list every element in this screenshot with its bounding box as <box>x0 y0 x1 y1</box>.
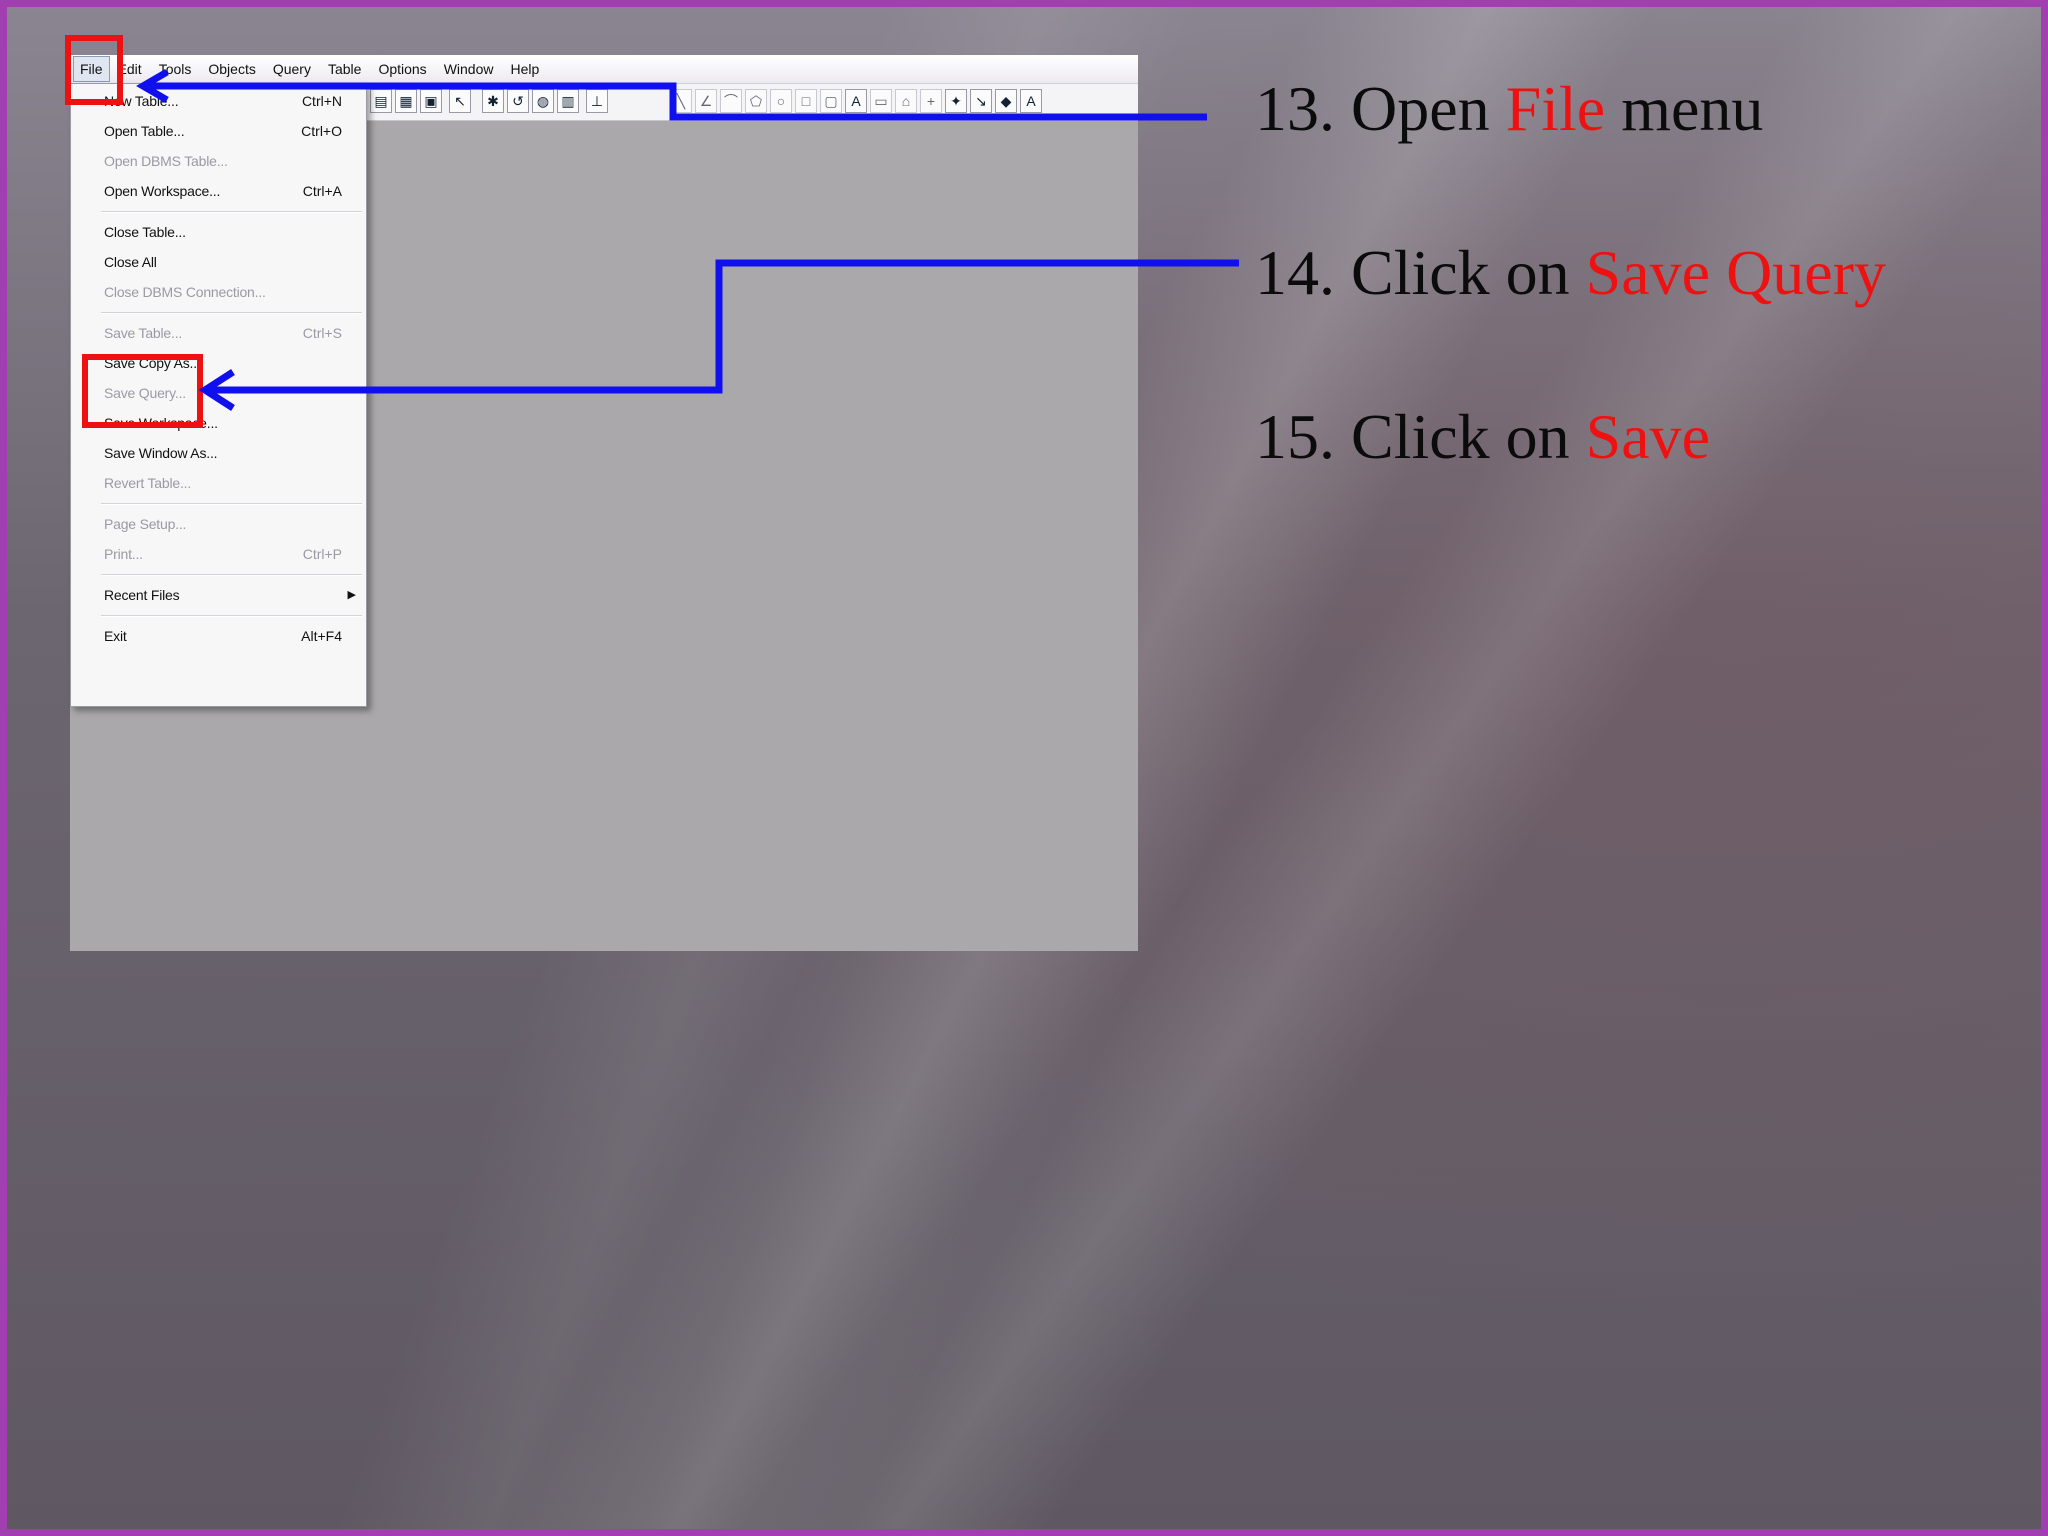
arrow-to-file-menu <box>147 82 1207 121</box>
arrow-to-save-query <box>207 259 1239 394</box>
slide: File Edit Tools Objects Query Table Opti… <box>0 0 2048 1536</box>
instruction-step-14: 14. Click on Save Query <box>1255 241 1886 305</box>
instruction-step-13: 13. Open File menu <box>1255 77 1763 141</box>
instruction-text: 13. Open <box>1255 73 1506 144</box>
instruction-step-15: 15. Click on Save <box>1255 405 1710 469</box>
instruction-text: 15. Click on <box>1255 401 1586 472</box>
instruction-highlight: File <box>1505 73 1606 144</box>
instruction-highlight: Save Query <box>1585 237 1886 308</box>
instruction-text: menu <box>1605 73 1764 144</box>
instruction-text: 14. Click on <box>1255 237 1586 308</box>
instruction-highlight: Save <box>1585 401 1711 472</box>
